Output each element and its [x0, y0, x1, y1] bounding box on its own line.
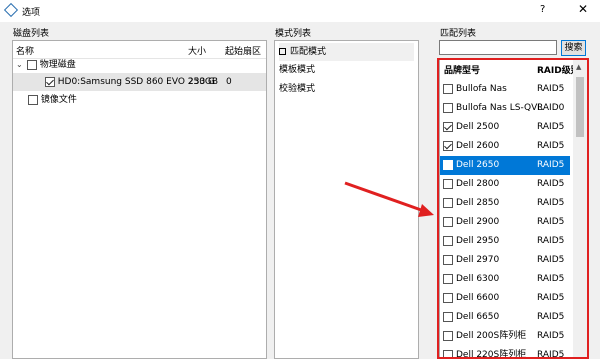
disk-checkbox[interactable]: [44, 76, 55, 87]
physical-disk-checkbox[interactable]: [26, 59, 37, 70]
disk-start-sector: 0: [226, 77, 232, 87]
tree-node-image[interactable]: 镜像文件: [28, 91, 77, 109]
tree-node-disk[interactable]: HD0:Samsung SSD 860 EVO 250GB 233 G 0: [13, 73, 266, 91]
image-file-checkbox[interactable]: [28, 94, 38, 105]
disk-list-panel: 名称 大小 起始扇区 ⌄ 物理磁盘 HD0:Samsung SSD 860 EV…: [12, 40, 267, 359]
mode-item-verify[interactable]: 校验模式: [279, 80, 315, 98]
window-title: 选项: [22, 8, 41, 18]
chevron-down-icon[interactable]: ⌄: [16, 56, 24, 74]
search-input[interactable]: [439, 40, 557, 55]
image-file-label: 镜像文件: [40, 95, 77, 105]
mode-list-label: 模式列表: [275, 29, 312, 39]
tree-node-physical[interactable]: ⌄ 物理磁盘: [16, 56, 76, 74]
disk-size: 233 G: [188, 77, 216, 87]
column-start-sector[interactable]: 起始扇区: [225, 44, 261, 57]
physical-disk-label: 物理磁盘: [39, 60, 76, 70]
square-icon: [279, 48, 286, 55]
title-bar: 选项 ? ✕: [0, 0, 600, 22]
close-button[interactable]: ✕: [578, 2, 588, 16]
column-size[interactable]: 大小: [188, 44, 206, 57]
search-button[interactable]: 搜索: [561, 40, 586, 56]
help-button[interactable]: ?: [540, 4, 545, 15]
mode-item-template[interactable]: 模板模式: [279, 61, 315, 79]
red-arrow-annotation: [344, 181, 434, 217]
highlight-box: [437, 58, 589, 359]
mode-item-match-label: 匹配模式: [290, 47, 327, 57]
match-list-label: 匹配列表: [440, 29, 477, 39]
disk-list-label: 磁盘列表: [13, 29, 50, 39]
app-icon: [3, 2, 19, 18]
mode-item-match[interactable]: 匹配模式: [279, 43, 414, 61]
